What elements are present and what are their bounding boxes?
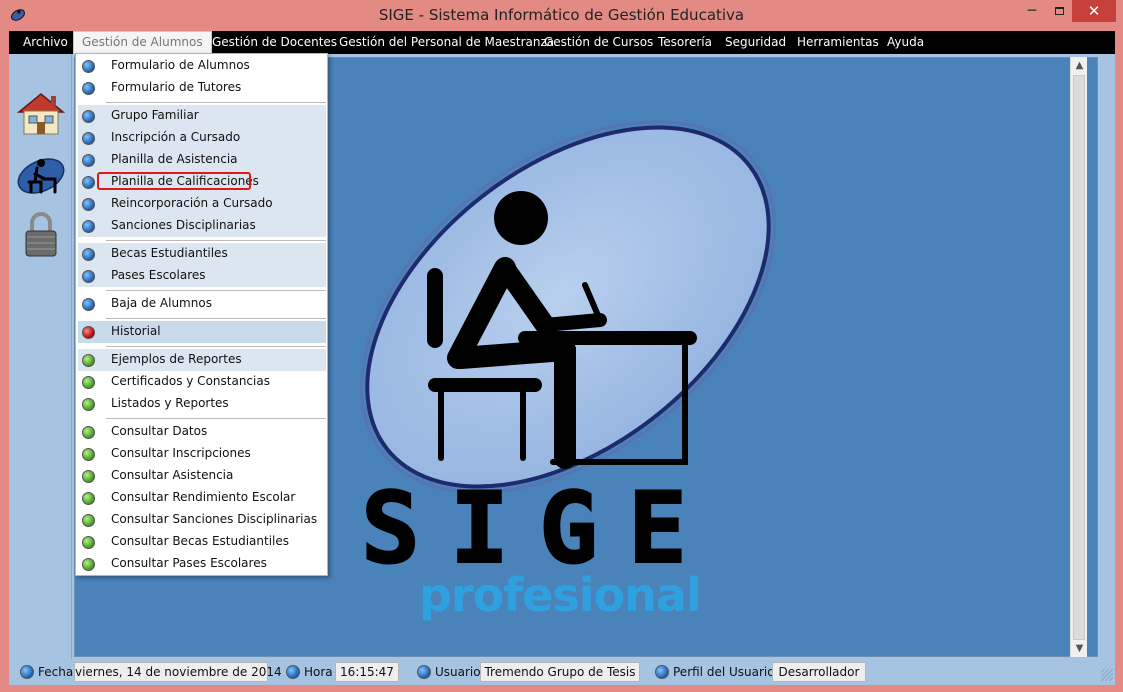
menu-item-consultar-asistencia[interactable]: Consultar Asistencia	[78, 465, 326, 487]
blue-bullet-icon	[82, 60, 95, 73]
menu-item-reincorporacion[interactable]: Reincorporación a Cursado	[78, 193, 326, 215]
menu-item-listados[interactable]: Listados y Reportes	[78, 393, 326, 415]
green-bullet-icon	[82, 398, 95, 411]
menu-item-becas[interactable]: Becas Estudiantiles	[78, 243, 326, 265]
menu-item-consultar-rendimiento[interactable]: Consultar Rendimiento Escolar	[78, 487, 326, 509]
menu-item-planilla-asistencia[interactable]: Planilla de Asistencia	[78, 149, 326, 171]
sidebar-students-button[interactable]	[15, 152, 67, 200]
menu-item-ejemplos-reportes[interactable]: Ejemplos de Reportes	[78, 349, 326, 371]
menu-item-consultar-pases[interactable]: Consultar Pases Escolares	[78, 553, 326, 575]
menu-gestion-cursos[interactable]: Gestión de Cursos	[544, 31, 653, 54]
resize-grip-icon[interactable]	[1101, 669, 1113, 681]
perfil-label: Perfil del Usuario	[673, 665, 775, 679]
menu-item-consultar-datos[interactable]: Consultar Datos	[78, 421, 326, 443]
green-bullet-icon	[82, 536, 95, 549]
hora-label: Hora	[304, 665, 333, 679]
window-title: SIGE - Sistema Informático de Gestión Ed…	[378, 6, 745, 24]
fecha-bullet-icon	[20, 665, 34, 679]
padlock-icon	[25, 212, 57, 257]
menu-gestion-personal[interactable]: Gestión del Personal de Maestranza	[339, 31, 554, 54]
sidebar-security-button[interactable]	[15, 210, 67, 258]
fecha-label: Fecha	[38, 665, 74, 679]
green-bullet-icon	[82, 354, 95, 367]
usuario-value: Tremendo Grupo de Tesis	[480, 662, 640, 682]
close-button[interactable]: ✕	[1072, 0, 1116, 22]
scroll-down-icon[interactable]: ▼	[1071, 640, 1088, 657]
hora-value: 16:15:47	[335, 662, 399, 682]
title-bar: SIGE - Sistema Informático de Gestión Ed…	[0, 0, 1123, 31]
usuario-label: Usuario	[435, 665, 481, 679]
perfil-bullet-icon	[655, 665, 669, 679]
green-bullet-icon	[82, 558, 95, 571]
green-bullet-icon	[82, 448, 95, 461]
perfil-value: Desarrollador	[772, 662, 866, 682]
blue-bullet-icon	[82, 198, 95, 211]
student-desk-icon	[17, 158, 65, 194]
fecha-value: viernes, 14 de noviembre de 2014	[74, 662, 282, 682]
blue-bullet-icon	[82, 176, 95, 189]
menu-archivo[interactable]: Archivo	[23, 31, 68, 54]
blue-bullet-icon	[82, 82, 95, 95]
blue-bullet-icon	[82, 220, 95, 233]
menu-separator	[106, 290, 326, 291]
menu-gestion-docentes[interactable]: Gestión de Docentes	[212, 31, 337, 54]
blue-bullet-icon	[82, 248, 95, 261]
usuario-bullet-icon	[417, 665, 431, 679]
maximize-button[interactable]	[1046, 0, 1072, 22]
blue-bullet-icon	[82, 298, 95, 311]
scroll-up-icon[interactable]: ▲	[1071, 57, 1088, 74]
menu-gestion-alumnos[interactable]: Gestión de Alumnos	[73, 31, 212, 54]
vertical-scrollbar[interactable]: ▲ ▼	[1070, 57, 1087, 657]
menu-item-sanciones[interactable]: Sanciones Disciplinarias	[78, 215, 326, 237]
menu-separator	[106, 346, 326, 347]
menu-separator	[106, 102, 326, 103]
menu-item-certificados[interactable]: Certificados y Constancias	[78, 371, 326, 393]
sidebar	[9, 54, 72, 659]
menu-separator	[106, 418, 326, 419]
menu-separator	[106, 318, 326, 319]
scroll-thumb[interactable]	[1073, 75, 1085, 640]
hora-bullet-icon	[286, 665, 300, 679]
green-bullet-icon	[82, 376, 95, 389]
menu-item-baja-alumnos[interactable]: Baja de Alumnos	[78, 293, 326, 315]
green-bullet-icon	[82, 492, 95, 505]
blue-bullet-icon	[82, 110, 95, 123]
red-bullet-icon	[82, 326, 95, 339]
green-bullet-icon	[82, 470, 95, 483]
green-bullet-icon	[82, 514, 95, 527]
sidebar-home-button[interactable]	[15, 90, 67, 138]
house-icon	[16, 93, 66, 135]
menu-item-formulario-tutores[interactable]: Formulario de Tutores	[78, 77, 326, 99]
menu-bar: Archivo Gestión de Alumnos Gestión de Do…	[9, 31, 1115, 54]
green-bullet-icon	[82, 426, 95, 439]
menu-item-grupo-familiar[interactable]: Grupo Familiar	[78, 105, 326, 127]
menu-herramientas[interactable]: Herramientas	[797, 31, 879, 54]
menu-item-consultar-sanciones[interactable]: Consultar Sanciones Disciplinarias	[78, 509, 326, 531]
blue-bullet-icon	[82, 154, 95, 167]
status-bar: Fecha viernes, 14 de noviembre de 2014 H…	[9, 659, 1115, 685]
blue-bullet-icon	[82, 270, 95, 283]
menu-item-formulario-alumnos[interactable]: Formulario de Alumnos	[78, 55, 326, 77]
maximize-icon	[1054, 7, 1064, 15]
menu-separator	[106, 240, 326, 241]
logo-subtitle: profesional	[419, 568, 702, 622]
highlight-outline	[97, 172, 251, 190]
menu-seguridad[interactable]: Seguridad	[725, 31, 786, 54]
blue-bullet-icon	[82, 132, 95, 145]
menu-ayuda[interactable]: Ayuda	[887, 31, 924, 54]
menu-item-historial[interactable]: Historial	[78, 321, 326, 343]
menu-tesoreria[interactable]: Tesorería	[658, 31, 712, 54]
menu-item-inscripcion-cursado[interactable]: Inscripción a Cursado	[78, 127, 326, 149]
minimize-button[interactable]: ─	[1018, 0, 1046, 22]
menu-item-pases[interactable]: Pases Escolares	[78, 265, 326, 287]
gestion-alumnos-dropdown: Formulario de Alumnos Formulario de Tuto…	[75, 53, 328, 576]
menu-item-consultar-becas[interactable]: Consultar Becas Estudiantiles	[78, 531, 326, 553]
menu-item-consultar-inscripciones[interactable]: Consultar Inscripciones	[78, 443, 326, 465]
